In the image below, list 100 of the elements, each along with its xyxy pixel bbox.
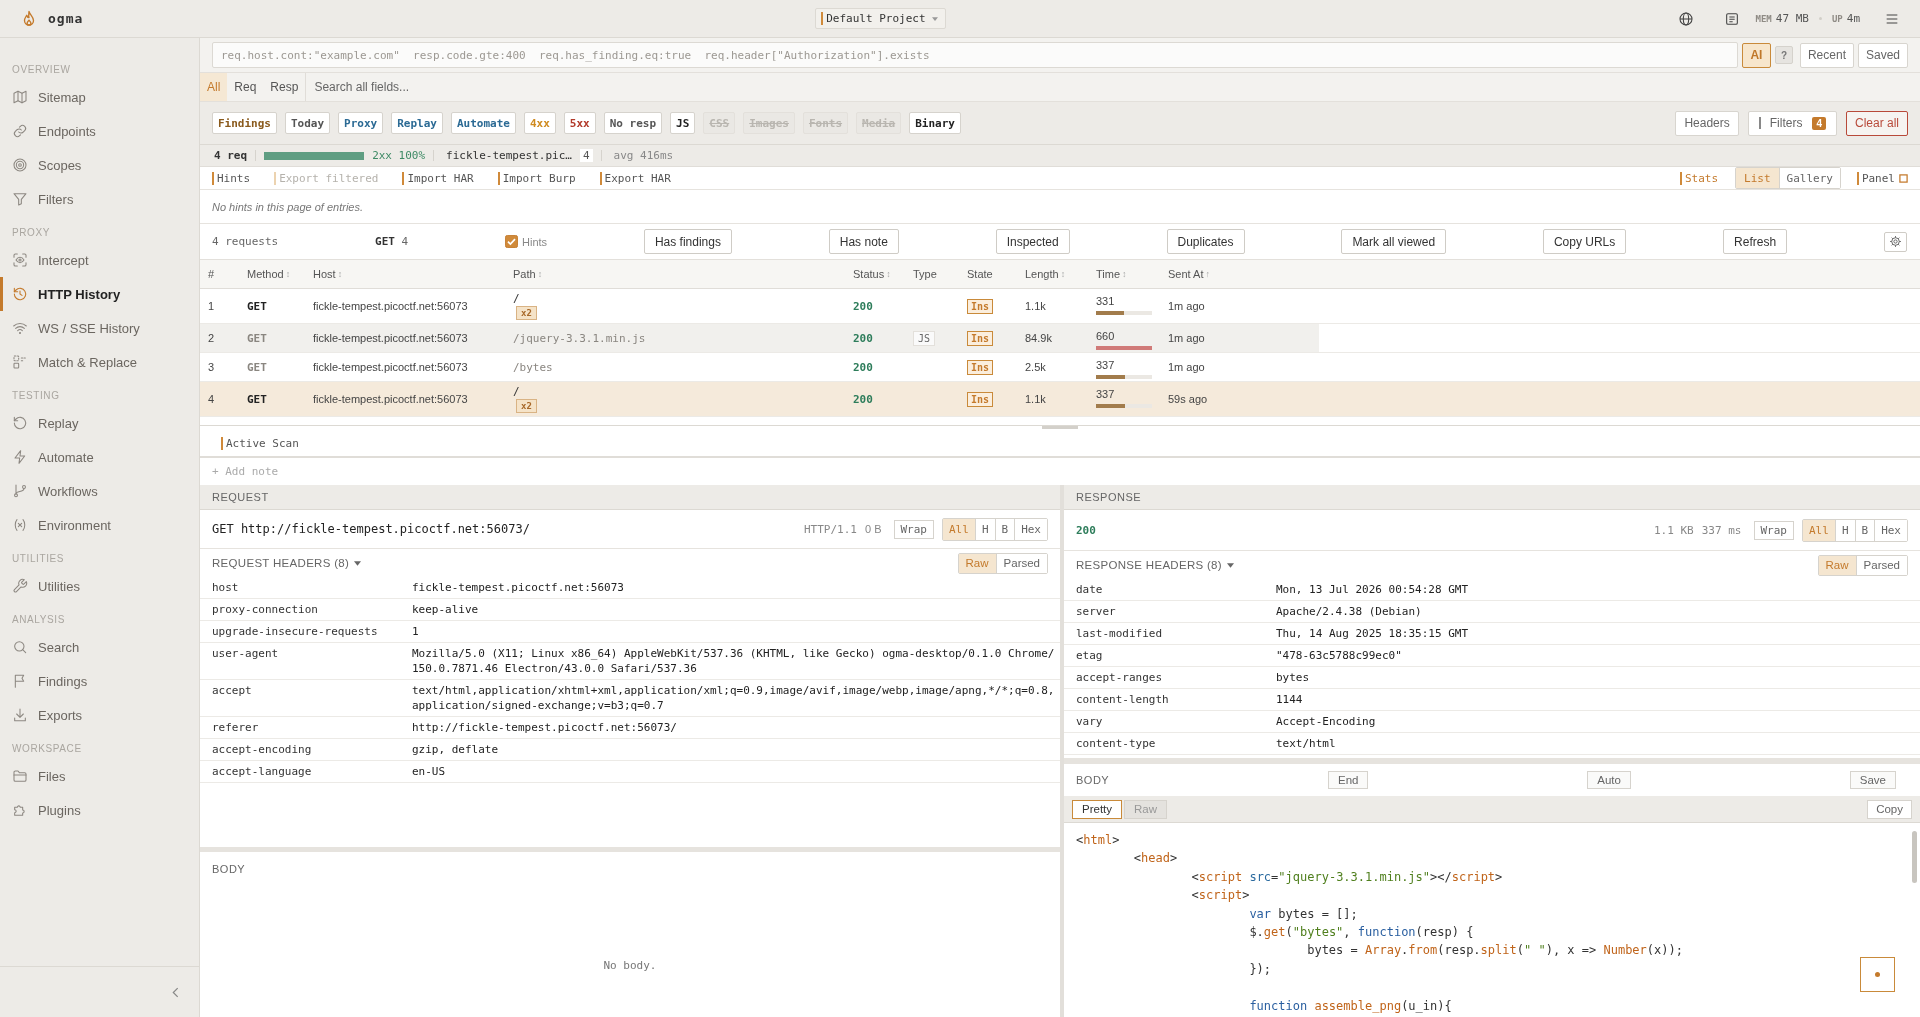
stats-link[interactable]: Stats [1679, 171, 1718, 185]
wrap-button[interactable]: Wrap [893, 519, 934, 539]
nav-item[interactable]: Scopes [0, 148, 199, 182]
search-field[interactable]: Search all fields... [305, 73, 1920, 101]
table-row[interactable]: 2 GET fickle-tempest.picoctf.net:56073 /jquery-3.3.1.min.js 200 JS Ins 84.9k 660 1m ago [200, 324, 1920, 353]
body-action-button[interactable]: Auto [1587, 771, 1631, 789]
action-link[interactable]: Import Burp [497, 171, 576, 185]
nav-item[interactable]: Findings [0, 664, 199, 698]
nav-item[interactable]: Workflows [0, 474, 199, 508]
headers-button[interactable]: Headers [1675, 110, 1739, 136]
toolbar-button[interactable]: Duplicates [1166, 229, 1245, 254]
nav-item[interactable]: Plugins [0, 793, 199, 827]
bolt-icon [12, 449, 28, 465]
column-header[interactable]: # [200, 260, 239, 288]
help-button[interactable]: ? [1774, 46, 1793, 64]
toolbar-button[interactable]: Inspected [995, 229, 1070, 254]
nav-item[interactable]: Replay [0, 406, 199, 440]
scope-tab[interactable]: Resp [263, 73, 306, 101]
hints-message: No hints in this page of entries. [212, 200, 364, 213]
header-name: etag [1076, 648, 1104, 663]
nav-item[interactable]: WS / SSE History [0, 311, 199, 345]
status-code: 200 [853, 360, 873, 374]
toolbar-button[interactable]: Mark all viewed [1341, 229, 1447, 254]
header-name: accept-encoding [212, 742, 313, 757]
column-header[interactable]: Time ↕ [1088, 260, 1160, 288]
action-link[interactable]: Export HAR [599, 171, 671, 185]
header-name: accept-language [212, 764, 313, 779]
column-header[interactable]: State [959, 260, 1017, 288]
scope-tab[interactable]: Req [227, 73, 264, 101]
scrollbar[interactable] [1912, 831, 1917, 883]
floating-button[interactable] [1860, 957, 1895, 992]
query-button[interactable]: Saved [1857, 42, 1908, 68]
chevron-left-icon[interactable] [172, 986, 179, 998]
headers-toggle[interactable]: RESPONSE HEADERS (8) [1076, 559, 1222, 571]
nav-item[interactable]: Intercept [0, 243, 199, 277]
column-header[interactable]: Type [905, 260, 959, 288]
nav-item[interactable]: Environment [0, 508, 199, 542]
caret-icon [354, 560, 362, 566]
copy-button[interactable]: Copy [1867, 799, 1912, 819]
body-size: 0 B [865, 523, 882, 535]
active-scan-link[interactable]: Active Scan [221, 437, 299, 450]
globe-icon[interactable] [1677, 10, 1694, 27]
filter-chip[interactable]: No resp [603, 112, 663, 134]
pane-title: REQUEST [212, 491, 269, 503]
action-link[interactable]: Hints [212, 171, 251, 185]
headers-toggle[interactable]: REQUEST HEADERS (8) [212, 557, 350, 569]
format-tab[interactable]: Parsed [995, 553, 1047, 573]
average-time: avg 416ms [613, 149, 674, 162]
nav-item[interactable]: Files [0, 759, 199, 793]
filter-chip[interactable]: Findings [212, 112, 277, 134]
column-header[interactable]: Length ↕ [1017, 260, 1088, 288]
clear-all-button[interactable]: Clear all [1846, 110, 1908, 136]
toolbar-button[interactable]: Copy URLs [1542, 229, 1627, 254]
project-selector[interactable]: Default Project [815, 8, 946, 29]
format-tab[interactable]: Parsed [1855, 555, 1907, 575]
nav-item[interactable]: Endpoints [0, 114, 199, 148]
filter-chip[interactable]: Today [285, 112, 331, 134]
resize-handle[interactable] [1042, 426, 1078, 429]
panel-toggle[interactable]: Panel [1856, 171, 1908, 185]
body-action-button[interactable]: End [1328, 771, 1369, 789]
nav-item[interactable]: Search [0, 630, 199, 664]
nav-item[interactable]: Filters [0, 182, 199, 216]
header-value: "478-63c5788c99ec0" [1276, 648, 1403, 663]
filter-chip[interactable]: Proxy [338, 112, 384, 134]
filter-chip[interactable]: JS [670, 112, 696, 134]
column-header[interactable]: Method ↕ [239, 260, 305, 288]
filters-button[interactable]: Filters 4 [1747, 110, 1837, 136]
document-icon[interactable] [1723, 10, 1740, 27]
filter-chip[interactable]: 5xx [563, 112, 596, 134]
column-header[interactable]: Status ↕ [845, 260, 905, 288]
action-link[interactable]: Import HAR [402, 171, 474, 185]
filter-chip[interactable]: Automate [451, 112, 516, 134]
column-header[interactable]: Sent At ↑ [1160, 260, 1319, 288]
view-tab[interactable]: Hex [1014, 518, 1047, 540]
toolbar-button[interactable]: Has note [828, 229, 899, 254]
header-name: vary [1076, 714, 1104, 729]
nav-item[interactable]: Sitemap [0, 80, 199, 114]
filter-chip[interactable]: Binary [909, 112, 961, 134]
query-button[interactable]: Recent [1799, 42, 1854, 68]
settings-button[interactable] [1883, 231, 1907, 252]
filter-chip[interactable]: Replay [391, 112, 443, 134]
nav-item[interactable]: Utilities [0, 569, 199, 603]
view-mode-tab[interactable]: Gallery [1778, 168, 1840, 188]
body-action-button[interactable]: Save [1849, 771, 1896, 789]
column-header[interactable]: Path ↕ [505, 260, 845, 288]
column-header[interactable]: Host ↕ [305, 260, 505, 288]
toolbar-button[interactable]: Refresh [1723, 229, 1788, 254]
method-text: GET [247, 331, 267, 345]
nav-item[interactable]: Exports [0, 698, 199, 732]
body-tab[interactable]: Pretty [1072, 799, 1123, 819]
hints-checkbox[interactable] [505, 235, 518, 248]
nav-item[interactable]: Match & Replace [0, 345, 199, 379]
toolbar-button[interactable]: Has findings [643, 229, 732, 254]
wrap-button[interactable]: Wrap [1753, 520, 1794, 540]
table-row[interactable]: 4 GET fickle-tempest.picoctf.net:56073 / x2 200 Ins 1.1k 337 59s ago [200, 382, 1920, 417]
view-tab[interactable]: Hex [1874, 519, 1907, 541]
header-value: 1 [412, 624, 420, 639]
nav-item[interactable]: Automate [0, 440, 199, 474]
branch-icon [12, 483, 28, 499]
query-input[interactable]: req.host.cont:"example.com" resp.code.gte:400 req.has_finding.eq:true req.header["Authorization"].exists [212, 42, 1738, 68]
